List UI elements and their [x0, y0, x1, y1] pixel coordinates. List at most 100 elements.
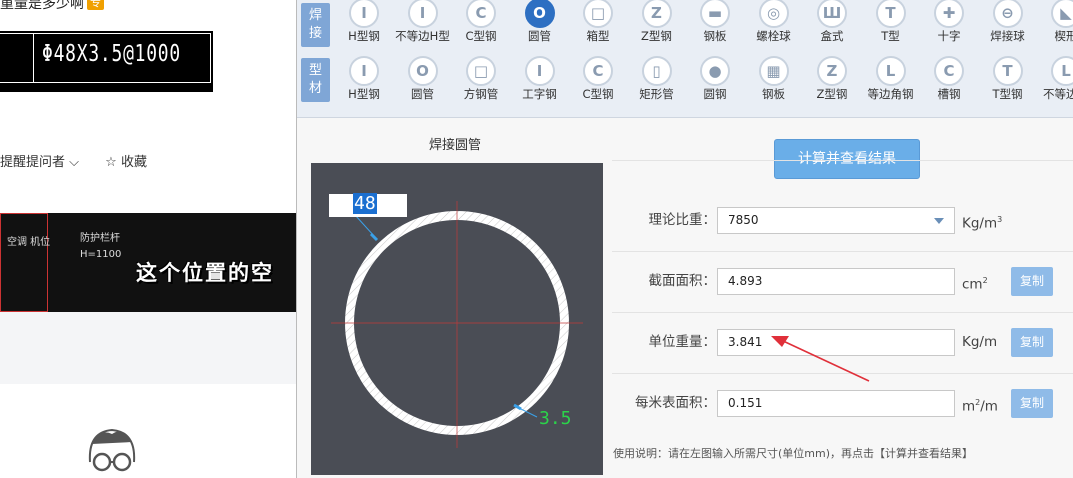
shape-icon: C — [583, 56, 613, 86]
unit-weight-label: 单位重量： — [648, 334, 717, 350]
shape-icon: L — [875, 56, 906, 86]
shape-label: 等边角钢 — [867, 87, 914, 101]
area-label: 截面面积： — [648, 273, 717, 289]
diagram-title: 焊接圆管 — [429, 138, 482, 153]
welded-item-7[interactable]: ◎ 螺栓球 — [743, 0, 805, 53]
question-title-text[interactable]: 重量是多少啊 — [0, 0, 84, 12]
shape-icon: □ — [583, 0, 613, 28]
welded-item-10[interactable]: ✚ 十字 — [918, 0, 980, 53]
profile-item-9[interactable]: L 等边角钢 — [860, 56, 922, 111]
dropdown-caret-icon — [934, 218, 944, 224]
expert-badge: 专 — [87, 0, 104, 10]
copy-surface-button[interactable]: 复制 — [1011, 389, 1053, 418]
profile-item-5[interactable]: ▯ 矩形管 — [626, 56, 688, 111]
diameter-value[interactable]: 48 — [353, 193, 377, 214]
shape-label: H型钢 — [348, 29, 380, 43]
shape-label: C型钢 — [582, 87, 614, 101]
profile-item-6[interactable]: ● 圆钢 — [684, 56, 746, 111]
shape-icon: □ — [466, 56, 496, 86]
welded-item-11[interactable]: ⊖ 焊接球 — [977, 0, 1039, 53]
welded-item-0[interactable]: I H型钢 — [333, 0, 395, 53]
star-icon: ☆ — [105, 155, 117, 170]
shape-label: 圆管 — [528, 29, 551, 43]
profile-item-0[interactable]: I H型钢 — [333, 56, 395, 111]
surface-output[interactable]: 0.151 — [717, 390, 955, 417]
profile-item-8[interactable]: Z Z型钢 — [801, 56, 863, 111]
shape-icon: I — [349, 0, 379, 28]
shape-label: C型钢 — [465, 29, 497, 43]
shape-label: 螺栓球 — [756, 29, 791, 43]
copy-unit-weight-button[interactable]: 复制 — [1011, 328, 1053, 357]
collect-button[interactable]: ☆ 收藏 — [105, 155, 147, 170]
shape-label: 焊接球 — [990, 29, 1025, 43]
shape-label: 圆管 — [411, 87, 434, 101]
shape-label: 钢板 — [703, 29, 727, 43]
profile-item-10[interactable]: C 槽钢 — [918, 56, 980, 111]
category-welded-top: 焊 — [308, 8, 322, 23]
shape-icon: O — [524, 0, 555, 28]
welded-item-6[interactable]: ▬ 钢板 — [684, 0, 746, 53]
surface-row: 每米表面积： 0.151 m2/m 复制 — [612, 389, 1073, 450]
density-label: 理论比重： — [648, 212, 717, 228]
calculator-content: 焊接圆管 48 3.5 计算并查看结果 理论比重： 7850 Kg/m3 截面面… — [297, 118, 1073, 478]
shape-icon: ◣ — [1051, 0, 1073, 28]
profile-item-3[interactable]: I 工字钢 — [509, 56, 571, 111]
steel-weight-calculator: 焊 接 型 材 I H型钢 I 不等边H型 C C型钢 O 圆管 □ 箱型 Z Z型钢 ▬ 钢板 ◎ 螺栓球 Ш… — [296, 0, 1073, 478]
welded-item-12[interactable]: ◣ 楔形 — [1035, 0, 1073, 53]
row-separator — [612, 312, 1073, 313]
profile-item-4[interactable]: C C型钢 — [567, 56, 629, 111]
category-welded[interactable]: 焊 接 — [301, 3, 330, 47]
welded-item-2[interactable]: C C型钢 — [450, 0, 512, 53]
surface-unit: m2/m — [962, 398, 998, 415]
shape-label: 钢板 — [762, 87, 785, 101]
shape-label: 箱型 — [586, 29, 610, 43]
shape-label: 十字 — [937, 29, 961, 43]
shape-icon: C — [934, 56, 964, 86]
profile-item-7[interactable]: ▦ 钢板 — [743, 56, 805, 111]
shape-icon: Ш — [817, 0, 847, 28]
welded-item-9[interactable]: T T型 — [860, 0, 922, 53]
cad-dimension-image: Φ48X3.5@1000 — [0, 31, 213, 92]
shape-icon: I — [349, 56, 379, 86]
shape-icon: ▦ — [758, 56, 789, 86]
shape-label: H型钢 — [348, 87, 380, 101]
shape-label: 槽钢 — [937, 87, 961, 101]
diameter-input[interactable]: 48 — [329, 193, 407, 217]
category-welded-bottom: 接 — [308, 26, 322, 41]
cad-label-height: H=1100 — [80, 249, 122, 260]
thickness-input[interactable]: 3.5 — [539, 408, 572, 429]
welded-item-4[interactable]: □ 箱型 — [567, 0, 629, 53]
remind-asker-button[interactable]: 提醒提问者 ⌵ — [0, 155, 79, 170]
shape-icon: ⊖ — [992, 0, 1023, 28]
question-title[interactable]: 重量是多少啊专 — [0, 0, 104, 13]
annotation-arrow-icon — [771, 336, 870, 382]
profile-item-12[interactable]: L不等边角 — [1035, 56, 1073, 111]
copy-area-button[interactable]: 复制 — [1011, 267, 1053, 296]
density-select[interactable]: 7850 — [717, 207, 955, 234]
shape-label: 工字钢 — [522, 87, 557, 101]
divider-band — [0, 312, 296, 384]
row-separator — [612, 251, 1073, 252]
profile-item-1[interactable]: O 圆管 — [392, 56, 454, 111]
density-unit: Kg/m3 — [962, 215, 1003, 232]
calculate-button[interactable]: 计算并查看结果 — [774, 139, 920, 179]
welded-item-8[interactable]: Ш 盒式 — [801, 0, 863, 53]
welded-item-1[interactable]: I 不等边H型 — [392, 0, 454, 53]
area-output[interactable]: 4.893 — [717, 268, 955, 295]
shape-label: 不等边角 — [1043, 87, 1073, 101]
cad-label-railing: 防护栏杆 — [80, 233, 120, 244]
cad-label-ac: 空调 机位 — [7, 237, 51, 248]
shape-label: 不等边H型 — [395, 29, 450, 43]
density-value: 7850 — [728, 213, 759, 227]
welded-item-5[interactable]: Z Z型钢 — [626, 0, 688, 53]
welded-item-3[interactable]: O 圆管 — [509, 0, 571, 53]
cad-screenshot-image: 空调 机位 防护栏杆 H=1100 这个位置的空 — [0, 213, 296, 312]
category-profiles[interactable]: 型 材 — [301, 58, 330, 102]
shape-icon: I — [407, 0, 438, 28]
profile-item-2[interactable]: □ 方钢管 — [450, 56, 512, 111]
shape-label: 矩形管 — [639, 87, 674, 101]
collect-label: 收藏 — [120, 155, 147, 170]
shape-icon: T — [992, 56, 1023, 86]
shape-icon: I — [524, 56, 555, 86]
profile-item-11[interactable]: T T型钢 — [977, 56, 1039, 111]
